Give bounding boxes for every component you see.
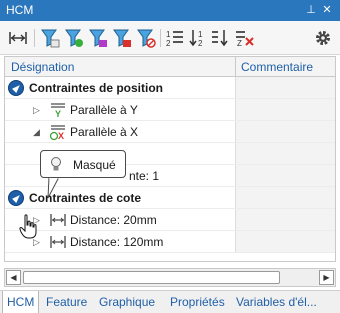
scroll-right-button[interactable]: ▶ (319, 270, 334, 285)
hidden-tooltip: Masqué (40, 150, 126, 178)
table-row[interactable]: ▷ Distance: 120mm (5, 231, 335, 253)
fit-width-icon (9, 32, 27, 44)
filter-disabled-icon (137, 29, 156, 48)
distance-icon (50, 236, 66, 248)
comment-cell[interactable] (235, 143, 335, 164)
gear-icon (316, 31, 330, 45)
clear-filter-button[interactable]: Z (234, 27, 256, 49)
table-header: Désignation Commentaire (5, 57, 335, 77)
filter-error-icon (113, 29, 131, 47)
svg-text:2: 2 (198, 39, 203, 48)
row-label: Distance: 120mm (70, 235, 164, 249)
panel-tabs: HCM Feature Graphique Propriétés Variabl… (0, 290, 340, 313)
close-icon[interactable]: ✕ (320, 2, 334, 18)
comment-cell[interactable] (235, 99, 335, 120)
toolbar-separator (34, 29, 35, 47)
column-divider[interactable] (235, 57, 236, 77)
scroll-left-button[interactable]: ◀ (6, 270, 21, 285)
row-label: Parallèle à X (70, 125, 139, 139)
comment-cell[interactable] (235, 121, 335, 142)
tab-variables[interactable]: Variables d'él... (236, 295, 317, 309)
toolbar-separator (160, 29, 161, 47)
sort-down-button[interactable] (210, 27, 232, 49)
row-label: Distance: 20mm (70, 213, 157, 227)
filter-error-button[interactable] (111, 27, 133, 49)
sort-button[interactable]: 1 2 (187, 27, 209, 49)
comment-cell[interactable] (235, 209, 335, 230)
hand-cursor-icon (19, 214, 37, 239)
parallel-y-icon: Y (51, 103, 65, 118)
parallel-x-icon: X (49, 125, 65, 140)
tooltip-tail (47, 177, 60, 199)
filter-button[interactable] (39, 27, 61, 49)
svg-text:X: X (58, 131, 64, 140)
toolbar: 1 2 1 2 Z (0, 21, 340, 55)
window-title: HCM (6, 3, 34, 17)
svg-text:Z: Z (237, 39, 242, 48)
sort-icon: 1 2 (189, 30, 203, 48)
pin-icon[interactable]: ⊥ (304, 2, 318, 18)
expand-all-button[interactable]: 1 2 (164, 27, 186, 49)
table-row[interactable]: ▷ Distance: 20mm (5, 209, 335, 231)
expand-arrow-icon[interactable]: ▷ (33, 105, 43, 115)
svg-text:2: 2 (166, 39, 171, 48)
filter-hidden-icon (89, 29, 107, 47)
comment-cell[interactable] (235, 187, 335, 208)
lightbulb-icon (51, 157, 61, 171)
comment-cell[interactable] (235, 77, 335, 98)
svg-text:1: 1 (166, 30, 171, 39)
svg-text:1: 1 (198, 30, 203, 39)
compass-icon (8, 190, 24, 206)
group-label: Contraintes de cote (29, 191, 142, 205)
row-label: nte: 1 (129, 169, 160, 183)
clear-filter-icon: Z (236, 31, 254, 48)
compass-icon (8, 80, 24, 96)
tab-feature[interactable]: Feature (46, 295, 87, 309)
expand-all-icon: 1 2 (166, 30, 183, 48)
tab-graphique[interactable]: Graphique (99, 295, 155, 309)
scrollbar-thumb[interactable] (23, 271, 280, 284)
svg-text:Y: Y (55, 109, 61, 118)
tooltip-text: Masqué (73, 158, 116, 172)
settings-button[interactable] (312, 27, 334, 49)
group-label: Contraintes de position (29, 81, 164, 95)
distance-icon (50, 214, 66, 226)
comment-cell[interactable] (235, 231, 335, 252)
filter-valid-icon (65, 29, 83, 47)
collapse-arrow-icon[interactable]: ◢ (33, 127, 43, 137)
row-label: Parallèle à Y (70, 103, 138, 117)
column-header-comment[interactable]: Commentaire (241, 60, 313, 74)
window-titlebar: HCM ⊥ ✕ (0, 0, 340, 21)
filter-hidden-button[interactable] (87, 27, 109, 49)
filter-disabled-button[interactable] (135, 27, 157, 49)
table-row[interactable]: ◢ X Parallèle à X (5, 121, 335, 143)
fit-width-button[interactable] (7, 27, 29, 49)
filter-icon (41, 29, 60, 48)
horizontal-scrollbar[interactable]: ◀ ▶ (4, 268, 336, 287)
filter-valid-button[interactable] (63, 27, 85, 49)
table-row[interactable]: ▷ Y Parallèle à Y (5, 99, 335, 121)
sort-down-icon (212, 30, 228, 47)
column-header-designation[interactable]: Désignation (11, 60, 74, 74)
comment-cell[interactable] (235, 165, 335, 186)
tab-hcm[interactable]: HCM (2, 291, 40, 313)
tab-proprietes[interactable]: Propriétés (170, 295, 225, 309)
group-row-position[interactable]: Contraintes de position (5, 77, 335, 99)
